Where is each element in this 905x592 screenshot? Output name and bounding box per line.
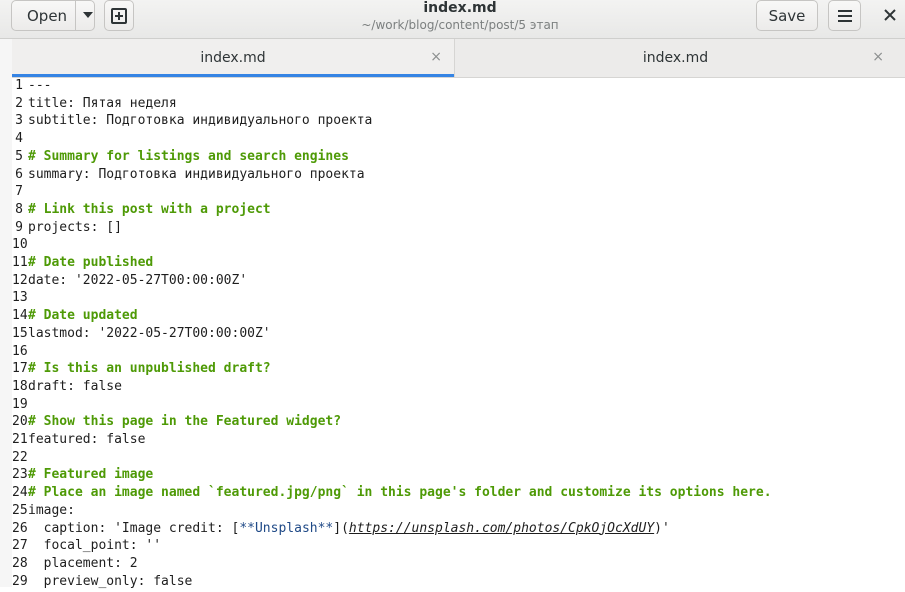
new-tab-icon	[111, 7, 127, 24]
hamburger-icon	[837, 9, 852, 22]
line-text: title: Пятая неделя	[28, 95, 177, 111]
line-number: 28	[12, 555, 28, 571]
window-title: index.md	[423, 0, 497, 16]
line-text: # Show this page in the Featured widget?	[28, 414, 342, 430]
line-number: 2	[15, 95, 23, 111]
line-number: 4	[15, 131, 23, 147]
tab-label: index.md	[642, 50, 709, 66]
line-segment-url: https://unsplash.com/photos/CpkOjOcXdUY	[348, 520, 655, 536]
chevron-down-icon[interactable]	[83, 12, 93, 18]
line-number: 21	[12, 432, 28, 447]
line-segment-suffix: )'	[654, 520, 670, 536]
tab-index-md-2[interactable]: index.md ×	[454, 39, 896, 77]
line-number: 23	[12, 467, 28, 483]
line-text: caption: 'Image credit: [**Unsplash**](h…	[28, 521, 670, 536]
line-text: # Link this post with a project	[28, 201, 271, 217]
line-text: # Date published	[28, 255, 154, 270]
new-document-button[interactable]	[104, 0, 134, 31]
line-text: subtitle: Подготовка индивидуального про…	[28, 113, 373, 129]
line-number: 16	[12, 343, 28, 359]
line-number: 22	[12, 449, 28, 465]
close-window-button[interactable]	[884, 7, 896, 25]
tab-index-md-1[interactable]: index.md ×	[12, 39, 454, 77]
save-button[interactable]: Save	[756, 0, 818, 31]
line-text: summary: Подготовка индивидуального прое…	[28, 166, 365, 182]
line-number: 1	[15, 78, 23, 93]
line-number: 15	[12, 325, 28, 341]
line-number: 27	[12, 538, 28, 554]
line-text: focal_point: ''	[28, 538, 162, 554]
line-number: 6	[15, 166, 23, 182]
line-segment-prefix: caption: 'Image credit: [	[28, 520, 240, 536]
line-text: image:	[28, 502, 75, 518]
window-title-area: index.md ~/work/blog/content/post/5 этап	[300, 0, 620, 33]
line-number: 13	[12, 290, 28, 306]
line-segment-mid: ](	[333, 520, 349, 536]
line-number: 24	[12, 485, 28, 501]
line-number: 19	[12, 396, 28, 412]
close-tab-icon[interactable]: ×	[430, 49, 442, 65]
close-tab-icon[interactable]: ×	[872, 49, 884, 65]
line-text: date: '2022-05-27T00:00:00Z'	[28, 272, 248, 288]
line-number: 26	[12, 520, 28, 536]
line-text: # Summary for listings and search engine…	[28, 148, 349, 164]
line-segment-emph: **Unsplash**	[239, 520, 334, 536]
line-number: 11	[12, 255, 28, 270]
line-text: # Place an image named `featured.jpg/png…	[28, 485, 772, 501]
main-menu-button[interactable]	[828, 0, 861, 31]
open-button-separator	[75, 1, 76, 30]
line-number: 20	[12, 414, 28, 430]
line-text: lastmod: '2022-05-27T00:00:00Z'	[28, 325, 271, 341]
window-subtitle: ~/work/blog/content/post/5 этап	[361, 18, 559, 32]
line-text: # Is this an unpublished draft?	[28, 361, 271, 377]
line-number: 5	[15, 148, 23, 164]
line-number: 10	[12, 237, 28, 253]
line-text: placement: 2	[28, 555, 138, 571]
line-number: 18	[12, 378, 28, 394]
line-number: 3	[15, 113, 23, 129]
text-editor[interactable]: 1 --- 2 title: Пятая неделя 3 subtitle: Подго…	[12, 78, 905, 589]
line-text: ---	[28, 78, 52, 93]
tab-bar: index.md × index.md ×	[12, 39, 905, 78]
line-number: 8	[15, 201, 23, 217]
line-number: 25	[12, 502, 28, 518]
line-number: 17	[12, 361, 28, 377]
line-number: 9	[15, 219, 23, 235]
open-button[interactable]: Open	[11, 0, 95, 31]
line-text: featured: false	[28, 432, 146, 447]
line-number: 12	[12, 272, 28, 288]
line-text: preview_only: false	[28, 573, 193, 589]
tab-label: index.md	[200, 50, 266, 66]
line-number: 29	[12, 573, 28, 589]
line-number: 7	[15, 184, 23, 200]
line-text: draft: false	[28, 378, 122, 394]
line-text: # Featured image	[28, 467, 154, 483]
line-text: # Date updated	[28, 308, 138, 324]
line-text: projects: []	[28, 219, 122, 235]
header-bar: Open index.md ~/work/blog/content/post/5…	[0, 0, 905, 39]
line-number: 14	[12, 308, 28, 324]
close-icon	[884, 9, 896, 21]
open-button-label: Open	[27, 7, 68, 25]
